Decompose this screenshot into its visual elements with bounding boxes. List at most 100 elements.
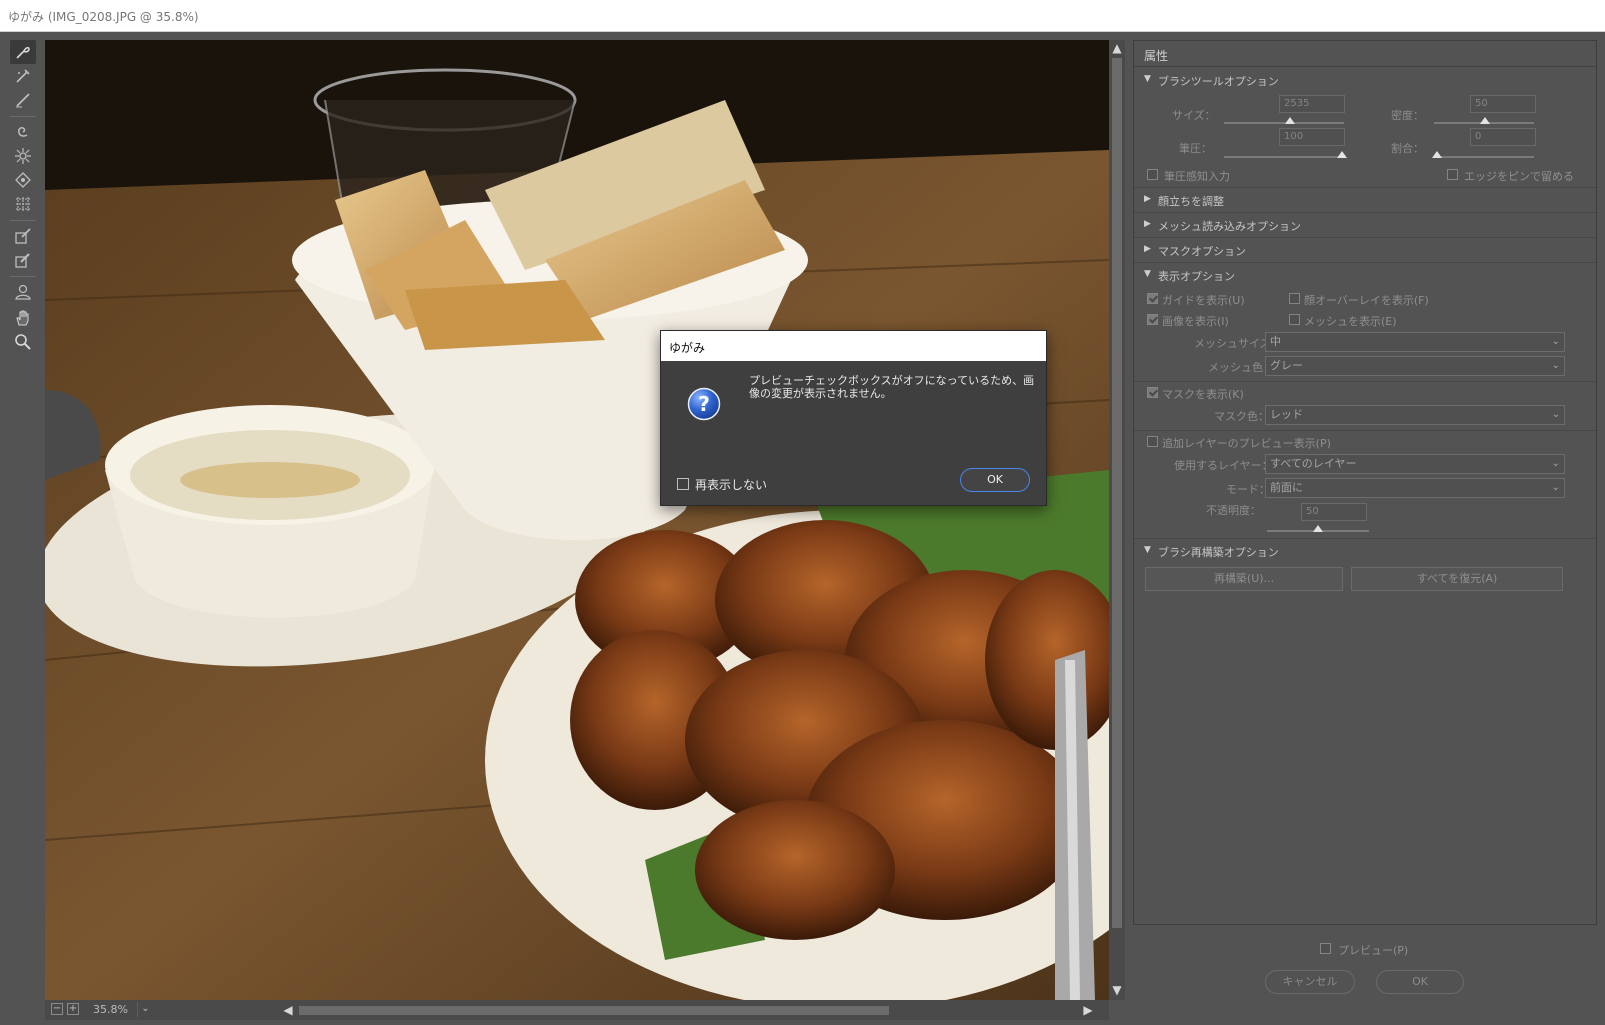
preview-checkbox[interactable] [1320, 943, 1331, 954]
pucker-tool-icon[interactable] [10, 144, 36, 168]
section-load-mesh[interactable]: ▶ メッシュ読み込みオプション [1134, 213, 1596, 238]
size-slider-track[interactable] [1224, 122, 1344, 124]
forward-warp-tool-icon[interactable] [10, 40, 36, 64]
scroll-up-icon[interactable]: ▲ [1111, 42, 1123, 54]
opacity-label: 不透明度： [1206, 504, 1261, 517]
thaw-mask-tool-icon[interactable] [10, 248, 36, 272]
mesh-color-select[interactable]: グレー ⌄ [1265, 356, 1565, 376]
svg-text:?: ? [698, 392, 710, 416]
collapsed-triangle-icon: ▶ [1144, 219, 1151, 229]
pressure-label: 筆圧： [1179, 142, 1212, 155]
collapsed-triangle-icon: ▶ [1144, 244, 1151, 254]
divider [1134, 430, 1596, 431]
mesh-size-value: 中 [1270, 335, 1281, 348]
pressure-slider-track[interactable] [1224, 156, 1344, 158]
rate-slider-knob[interactable] [1432, 151, 1442, 158]
vertical-scroll-thumb[interactable] [1112, 58, 1122, 928]
reconstruct-button[interactable]: 再構築(U)... [1145, 567, 1343, 591]
panel-header: 属性 [1134, 41, 1596, 67]
section-mask-options[interactable]: ▶ マスクオプション [1134, 238, 1596, 263]
section-brush-options[interactable]: ▼ ブラシツールオプション [1134, 68, 1596, 93]
scroll-right-icon[interactable]: ▶ [1081, 1003, 1095, 1017]
rate-input[interactable]: 0 [1470, 128, 1536, 146]
section-face-aware[interactable]: ▶ 顔立ちを調整 [1134, 188, 1596, 213]
collapsed-triangle-icon: ▶ [1144, 194, 1151, 204]
mode-label: モード： [1226, 483, 1270, 496]
horizontal-scrollbar[interactable]: ◀ ▶ [281, 1003, 1101, 1017]
pressure-input[interactable]: 100 [1279, 128, 1345, 146]
opacity-slider-knob[interactable] [1313, 525, 1323, 532]
show-image-label: 画像を表示(I) [1162, 315, 1229, 328]
stylus-pressure-checkbox[interactable] [1147, 169, 1158, 180]
section-reconstruct-options[interactable]: ▼ ブラシ再構築オプション [1134, 539, 1596, 564]
opacity-input[interactable]: 50 [1301, 503, 1367, 521]
scroll-down-icon[interactable]: ▼ [1111, 984, 1123, 996]
dont-show-again-label: 再表示しない [695, 478, 768, 492]
dialog-title-bar: ゆがみ [661, 331, 1046, 361]
bloat-tool-icon[interactable] [10, 168, 36, 192]
preview-label: プレビュー(P) [1338, 944, 1409, 957]
title-bar: ゆがみ (IMG_0208.JPG @ 35.8%) [0, 0, 1605, 32]
mesh-color-value: グレー [1270, 359, 1303, 372]
restore-all-button[interactable]: すべてを復元(A) [1351, 567, 1563, 591]
freeze-mask-tool-icon[interactable] [10, 224, 36, 248]
zoom-dropdown-icon[interactable]: ⌄ [137, 1002, 153, 1017]
mask-color-select[interactable]: レッド ⌄ [1265, 405, 1565, 425]
question-icon: ? [687, 387, 721, 421]
show-mask-label: マスクを表示(K) [1162, 388, 1244, 401]
rate-slider-track[interactable] [1434, 156, 1534, 158]
chevron-down-icon: ⌄ [1551, 458, 1560, 469]
mask-color-value: レッド [1270, 408, 1303, 421]
reconstruct-tool-icon[interactable] [10, 64, 36, 88]
mask-color-label: マスク色： [1214, 410, 1269, 423]
properties-panel: 属性 ▼ ブラシツールオプション サイズ： 2535 密度： 50 筆圧： 10… [1133, 40, 1597, 925]
stylus-pressure-label: 筆圧感知入力 [1164, 170, 1230, 183]
dont-show-again-checkbox[interactable] [677, 478, 689, 490]
section-view-options[interactable]: ▼ 表示オプション [1134, 263, 1596, 288]
scroll-left-icon[interactable]: ◀ [281, 1003, 295, 1017]
use-layer-label: 使用するレイヤー： [1174, 459, 1273, 472]
smooth-tool-icon[interactable] [10, 88, 36, 112]
show-mask-checkbox[interactable] [1147, 387, 1158, 398]
pressure-slider-knob[interactable] [1337, 151, 1347, 158]
expanded-triangle-icon: ▼ [1144, 269, 1151, 279]
preview-canvas[interactable] [45, 40, 1109, 1000]
dialog-ok-button[interactable]: OK [960, 468, 1030, 492]
status-bar: − + 35.8% ⌄ ◀ ▶ [45, 1000, 1109, 1020]
show-image-checkbox[interactable] [1147, 314, 1158, 325]
warning-dialog: ゆがみ ? プレビューチェックボックスがオフになっているため、画像の変更が表示さ… [660, 330, 1047, 506]
ok-button[interactable]: OK [1376, 970, 1464, 994]
twirl-tool-icon[interactable] [10, 120, 36, 144]
show-face-overlay-label: 顔オーバーレイを表示(F) [1304, 294, 1429, 307]
zoom-in-button[interactable]: + [67, 1003, 79, 1015]
zoom-out-button[interactable]: − [51, 1003, 63, 1015]
dialog-message: プレビューチェックボックスがオフになっているため、画像の変更が表示されません。 [749, 374, 1035, 400]
density-label: 密度： [1391, 109, 1424, 122]
show-backdrop-checkbox[interactable] [1147, 436, 1158, 447]
hand-tool-icon[interactable] [10, 306, 36, 330]
mesh-size-select[interactable]: 中 ⌄ [1265, 332, 1565, 352]
mode-select[interactable]: 前面に ⌄ [1265, 478, 1565, 498]
zoom-tool-icon[interactable] [10, 330, 36, 354]
push-left-tool-icon[interactable] [10, 192, 36, 216]
density-slider-knob[interactable] [1480, 117, 1490, 124]
horizontal-scroll-thumb[interactable] [299, 1006, 889, 1015]
show-mesh-checkbox[interactable] [1289, 314, 1300, 325]
density-input[interactable]: 50 [1470, 95, 1536, 113]
pin-edges-label: エッジをピンで留める [1464, 170, 1574, 183]
window-title: ゆがみ (IMG_0208.JPG @ 35.8%) [8, 10, 199, 24]
size-slider-knob[interactable] [1285, 117, 1295, 124]
toolbar-divider [10, 276, 36, 277]
pin-edges-checkbox[interactable] [1447, 169, 1458, 180]
dialog-title: ゆがみ [669, 341, 706, 355]
show-face-overlay-checkbox[interactable] [1289, 293, 1300, 304]
face-tool-icon[interactable] [10, 280, 36, 304]
show-guides-label: ガイドを表示(U) [1162, 294, 1245, 307]
vertical-scrollbar[interactable]: ▲ ▼ [1109, 40, 1125, 1000]
use-layer-select[interactable]: すべてのレイヤー ⌄ [1265, 454, 1565, 474]
cancel-button[interactable]: キャンセル [1265, 970, 1355, 994]
show-guides-checkbox[interactable] [1147, 293, 1158, 304]
rate-label: 割合： [1391, 142, 1424, 155]
size-input[interactable]: 2535 [1279, 95, 1345, 113]
food-photo [45, 40, 1109, 1000]
